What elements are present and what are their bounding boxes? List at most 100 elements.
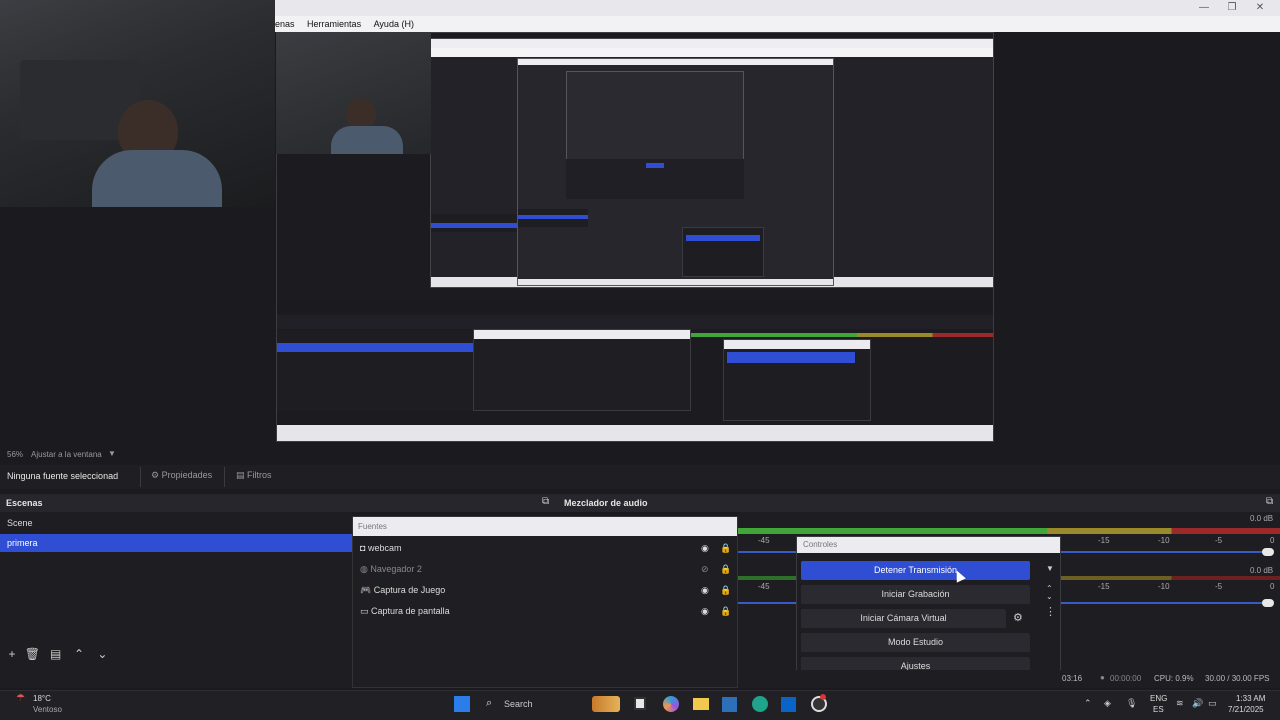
source-item[interactable]: ◘ webcam ◉ 🔒 — [353, 538, 737, 559]
zoom-fit-select[interactable]: Ajustar a la ventana — [31, 450, 102, 459]
eye-hidden-icon[interactable]: ⊘ — [701, 559, 709, 580]
taskbar-search[interactable]: Search — [504, 699, 533, 709]
minimize-icon[interactable]: — — [1194, 1, 1214, 15]
menu-item-help[interactable]: Ayuda (H) — [374, 16, 414, 32]
file-explorer-icon[interactable] — [693, 698, 709, 710]
record-time: 00:00:00 — [1110, 674, 1142, 683]
eye-icon[interactable]: ◉ — [701, 580, 709, 601]
undock-icon[interactable]: ⧉ — [542, 496, 549, 507]
wifi-icon[interactable]: ≋ — [1176, 698, 1184, 709]
battery-icon[interactable]: ▭ — [1208, 698, 1217, 709]
lock-icon[interactable]: 🔒 — [720, 538, 731, 559]
recording-badge-icon — [820, 694, 826, 700]
language-sub: ES — [1153, 705, 1164, 714]
fps-readout: 30.00 / 30.00 FPS — [1205, 674, 1270, 683]
arrow-up-icon[interactable]: ⌃ — [69, 647, 89, 661]
windows-taskbar: ☂ 18°C Ventoso ⌕ Search ⌃ ◈ 🎙 ENG ES ≋ 🔊… — [0, 690, 1280, 720]
task-view-icon[interactable] — [634, 697, 646, 710]
outlook-icon[interactable] — [781, 697, 796, 712]
source-label: webcam — [367, 543, 402, 553]
source-label: Captura de Juego — [373, 585, 446, 595]
nested-taskbar — [277, 425, 993, 441]
nested-controls — [723, 339, 871, 421]
meter-tick: -5 — [1215, 582, 1223, 591]
more-options-icon[interactable]: ⋮ — [1045, 605, 1056, 618]
language-indicator[interactable]: ENG — [1150, 694, 1167, 703]
chevron-up-icon[interactable]: ⌃ — [1084, 698, 1092, 709]
record-icon: ● — [1100, 673, 1105, 682]
restore-icon[interactable]: ❐ — [1222, 1, 1242, 15]
clock-time[interactable]: 1:33 AM — [1236, 694, 1265, 703]
scene-item-selected[interactable]: primera — [0, 534, 352, 552]
eye-icon[interactable]: ◉ — [701, 538, 709, 559]
filters-button[interactable]: ▤ Filtros — [236, 470, 272, 481]
volume-icon[interactable]: 🔊 — [1192, 698, 1203, 709]
search-highlight-icon[interactable] — [592, 696, 620, 712]
undock-icon[interactable]: ⧉ — [1266, 496, 1273, 507]
menu-item-scenes[interactable]: enas — [275, 16, 295, 32]
nested-sources — [473, 329, 691, 411]
nested-zoombar — [277, 301, 993, 311]
arrow-down-icon[interactable]: ⌄ — [92, 647, 112, 661]
add-icon[interactable]: + — [5, 647, 19, 661]
volume-slider-handle[interactable] — [1262, 599, 1274, 607]
nested-dock-header — [277, 315, 993, 329]
source-item[interactable]: ▭ Captura de pantalla ◉ 🔒 — [353, 601, 737, 622]
filter-icon[interactable]: ▤ — [46, 647, 66, 661]
volume-slider-handle[interactable] — [1262, 548, 1274, 556]
copilot-icon[interactable] — [663, 696, 679, 712]
weather-icon[interactable]: ☂ — [16, 693, 25, 704]
sources-title: Fuentes — [353, 517, 737, 536]
start-recording-button[interactable]: Iniciar Grabación — [801, 585, 1030, 604]
menu-item-tools[interactable]: Herramientas — [307, 16, 361, 32]
windows-start-icon[interactable] — [454, 696, 470, 712]
chevron-down-icon[interactable]: ⌄ — [1046, 593, 1053, 601]
menu-bar: enas Herramientas Ayuda (H) — [275, 16, 1280, 32]
properties-label: Propiedades — [161, 470, 213, 480]
start-virtual-camera-button[interactable]: Iniciar Cámara Virtual — [801, 609, 1006, 628]
meter-tick: 0 — [1270, 536, 1275, 545]
webcam-overlay[interactable] — [0, 0, 275, 207]
zoom-bar: 56% Ajustar a la ventana ▼ — [0, 447, 1280, 463]
weather-temp: 18°C — [33, 694, 51, 703]
mixer-db-readout: 0.0 dB — [1250, 566, 1274, 575]
gear-icon[interactable]: ⚙ — [1013, 611, 1023, 624]
close-icon[interactable]: ✕ — [1250, 1, 1270, 15]
microphone-icon[interactable]: 🎙 — [1126, 698, 1137, 709]
source-toolbar: Ninguna fuente seleccionad ⚙ Propiedades… — [0, 465, 1280, 489]
scene-toolbar: + 🗑 ▤ ⌃ ⌄ — [5, 647, 112, 661]
divider — [140, 467, 141, 487]
nested-preview-2 — [517, 58, 834, 286]
globe-icon: ◍ — [360, 564, 368, 574]
source-item[interactable]: 🎮 Captura de Juego ◉ 🔒 — [353, 580, 737, 601]
mixer-title: Mezclador de audio — [564, 498, 648, 508]
lock-icon[interactable]: 🔒 — [720, 559, 731, 580]
mixer-db-readout: 0.0 dB — [1250, 514, 1274, 523]
audio-meter — [738, 528, 1280, 534]
lock-icon[interactable]: 🔒 — [720, 601, 731, 622]
studio-mode-button[interactable]: Modo Estudio — [801, 633, 1030, 652]
clock-date[interactable]: 7/21/2025 — [1228, 705, 1264, 714]
stop-stream-button[interactable]: Detener Transmisión — [801, 561, 1030, 580]
meter-tick: -45 — [758, 536, 770, 545]
camera-icon: ◘ — [360, 543, 366, 553]
properties-button[interactable]: ⚙ Propiedades — [151, 470, 212, 481]
eye-icon[interactable]: ◉ — [701, 601, 709, 622]
source-item[interactable]: ◍ Navegador 2 ⊘ 🔒 — [353, 559, 737, 580]
controls-panel: Controles Detener Transmisión Iniciar Gr… — [796, 536, 1061, 688]
lock-icon[interactable]: 🔒 — [720, 580, 731, 601]
cpu-usage: CPU: 0.9% — [1154, 674, 1194, 683]
scene-item[interactable]: Scene — [0, 514, 352, 532]
search-icon[interactable]: ⌕ — [486, 697, 492, 710]
trash-icon[interactable]: 🗑 — [22, 647, 42, 661]
divider — [224, 467, 225, 487]
store-icon[interactable] — [722, 697, 737, 712]
chevron-down-icon[interactable]: ▼ — [108, 449, 116, 458]
monitor-icon: ▭ — [360, 606, 369, 616]
source-label: Captura de pantalla — [371, 606, 450, 616]
chevron-down-icon[interactable]: ▼ — [1046, 564, 1054, 573]
gear-icon: ⚙ — [151, 470, 160, 480]
source-label: Navegador 2 — [370, 564, 422, 574]
tray-app-icon[interactable]: ◈ — [1104, 698, 1111, 709]
edge-icon[interactable] — [752, 696, 768, 712]
